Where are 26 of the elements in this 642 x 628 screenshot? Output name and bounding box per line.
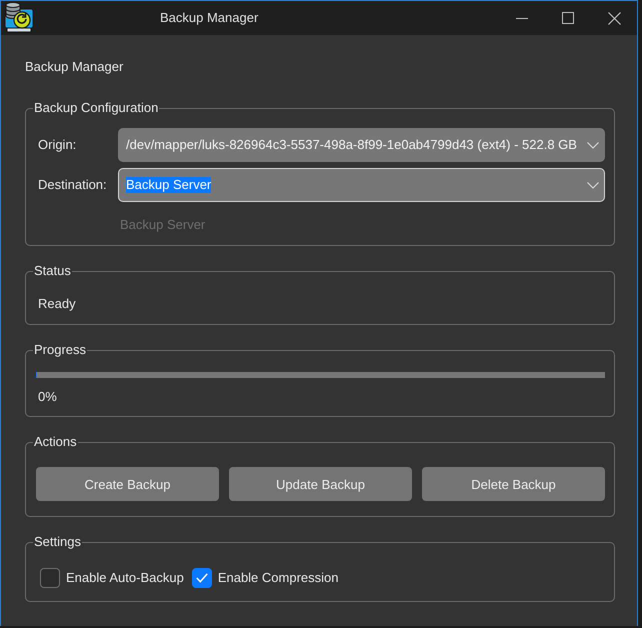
field-label: Origin: bbox=[38, 137, 78, 153]
group-title: Settings bbox=[33, 534, 82, 550]
action-button[interactable]: Delete Backup bbox=[422, 467, 605, 501]
close-icon bbox=[608, 12, 620, 24]
dropdown-field[interactable]: Backup Server bbox=[118, 168, 605, 202]
group-title: Backup Configuration bbox=[33, 100, 160, 116]
checkbox[interactable] bbox=[40, 568, 60, 588]
window-title: Backup Manager bbox=[160, 10, 258, 26]
status-text: Ready bbox=[38, 296, 76, 312]
dropdown-field[interactable]: /dev/mapper/luks-826964c3-5537-498a-8f99-1e0ab4799d43 (ext4) - 522.8 GB bbox=[118, 128, 605, 162]
hint-text: Backup Server bbox=[120, 217, 206, 233]
checkbox-label[interactable]: Enable Compression bbox=[218, 570, 338, 586]
chevron-down-icon bbox=[587, 142, 599, 148]
group-title: Actions bbox=[33, 434, 78, 450]
progress-percent: 0% bbox=[38, 389, 57, 405]
action-button[interactable]: Update Backup bbox=[229, 467, 412, 501]
action-button[interactable]: Create Backup bbox=[36, 467, 219, 501]
group-title: Status bbox=[33, 263, 72, 279]
checkmark-icon bbox=[196, 573, 208, 583]
checkbox-label[interactable]: Enable Auto-Backup bbox=[66, 570, 184, 586]
maximize-icon bbox=[562, 12, 574, 24]
field-label: Destination: bbox=[38, 177, 108, 193]
heading-text: Backup Manager bbox=[25, 59, 124, 75]
checkbox[interactable] bbox=[192, 568, 212, 588]
chevron-down-icon bbox=[587, 182, 599, 188]
group-title: Progress bbox=[33, 342, 88, 358]
